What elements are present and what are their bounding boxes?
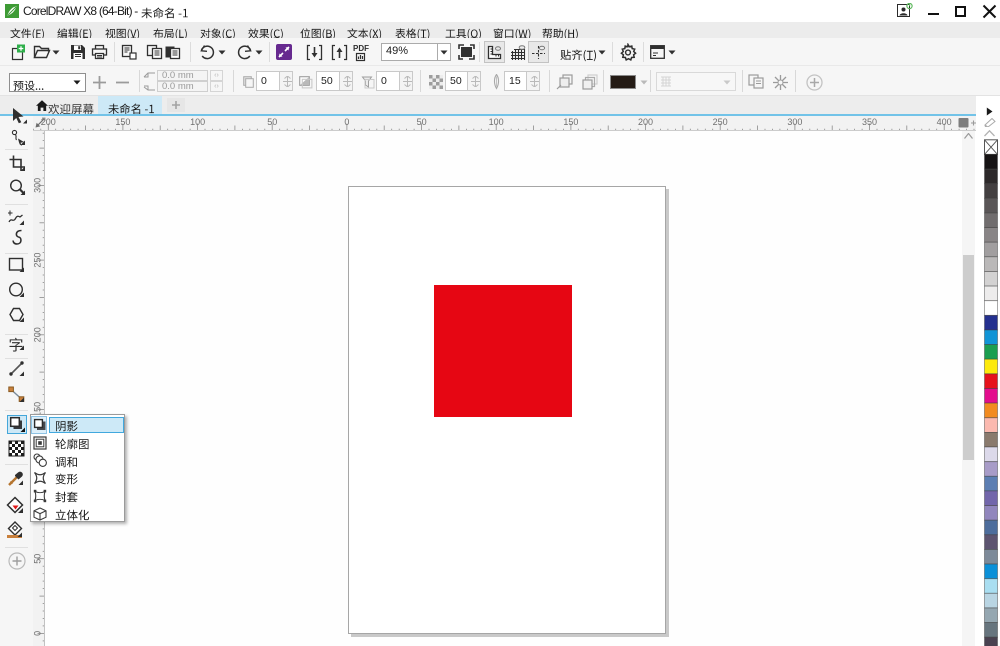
svg-text:50: 50 bbox=[267, 117, 277, 127]
svg-text:100: 100 bbox=[489, 117, 504, 127]
svg-text:350: 350 bbox=[862, 117, 877, 127]
svg-text:0: 0 bbox=[33, 631, 43, 636]
svg-text:150: 150 bbox=[563, 117, 578, 127]
svg-text:200: 200 bbox=[638, 117, 653, 127]
svg-text:PDF: PDF bbox=[353, 44, 369, 53]
svg-text:250: 250 bbox=[33, 253, 43, 268]
svg-text:0: 0 bbox=[344, 117, 349, 127]
svg-text:250: 250 bbox=[713, 117, 728, 127]
svg-text:400: 400 bbox=[937, 117, 952, 127]
svg-text:50: 50 bbox=[417, 117, 427, 127]
svg-text:200: 200 bbox=[41, 117, 56, 127]
svg-text:50: 50 bbox=[33, 554, 43, 564]
svg-text:300: 300 bbox=[787, 117, 802, 127]
svg-text:100: 100 bbox=[190, 117, 205, 127]
svg-text:150: 150 bbox=[115, 117, 130, 127]
svg-text:300: 300 bbox=[33, 178, 43, 193]
svg-text:200: 200 bbox=[33, 327, 43, 342]
